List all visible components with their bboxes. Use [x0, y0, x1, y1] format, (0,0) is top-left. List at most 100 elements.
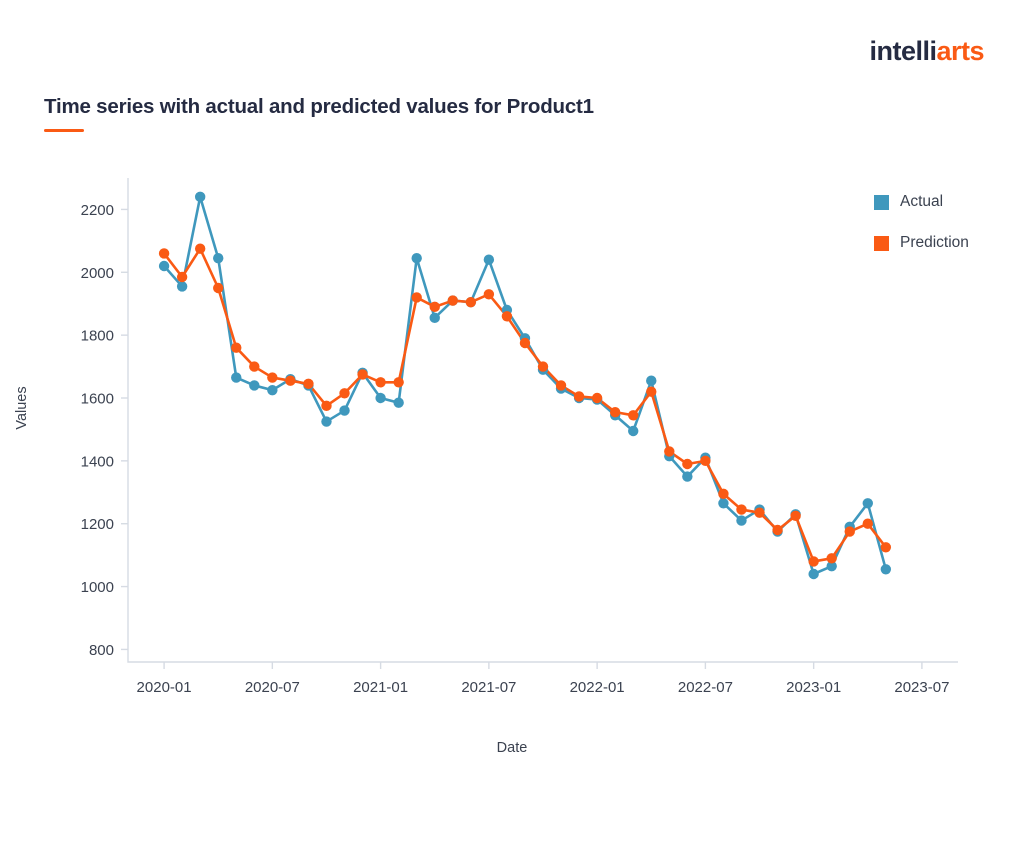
- data-point[interactable]: [591, 392, 603, 404]
- data-point[interactable]: [808, 568, 819, 580]
- legend-label-prediction: Prediction: [900, 234, 969, 252]
- data-point[interactable]: [158, 248, 170, 259]
- data-point[interactable]: [700, 455, 711, 467]
- y-tick-1800: 1800: [81, 328, 114, 345]
- y-tick-1200: 1200: [81, 516, 114, 533]
- y-tick-2000: 2000: [81, 265, 114, 282]
- data-point[interactable]: [194, 243, 206, 254]
- data-point[interactable]: [682, 471, 693, 482]
- data-point[interactable]: [267, 384, 278, 396]
- x-axis-label: Date: [497, 740, 528, 756]
- series-line-prediction: [162, 247, 888, 563]
- data-point[interactable]: [249, 361, 260, 372]
- data-point[interactable]: [285, 375, 296, 386]
- series-markers-actual: [158, 191, 892, 580]
- y-tick-1000: 1000: [81, 579, 114, 596]
- data-point[interactable]: [411, 292, 422, 303]
- y-tick-800: 800: [89, 642, 114, 659]
- data-point[interactable]: [537, 361, 549, 372]
- x-tick-2022-01: 2022-01: [570, 679, 625, 696]
- data-point[interactable]: [519, 337, 531, 349]
- data-point[interactable]: [213, 252, 224, 264]
- data-point[interactable]: [249, 380, 260, 391]
- data-point[interactable]: [736, 504, 747, 515]
- data-point[interactable]: [826, 553, 837, 564]
- x-tick-2021-01: 2021-01: [353, 679, 408, 696]
- data-point[interactable]: [303, 378, 314, 390]
- data-point[interactable]: [465, 296, 477, 308]
- data-point[interactable]: [231, 372, 242, 383]
- data-point[interactable]: [357, 369, 368, 380]
- data-point[interactable]: [483, 254, 495, 265]
- data-point[interactable]: [628, 425, 639, 437]
- data-point[interactable]: [609, 406, 621, 418]
- data-point[interactable]: [411, 252, 422, 264]
- data-point[interactable]: [231, 342, 242, 353]
- data-point[interactable]: [646, 375, 657, 386]
- data-point[interactable]: [375, 392, 386, 404]
- data-point[interactable]: [321, 416, 332, 427]
- y-tick-labels: 800 1000 1200 1400 1600 1800 2000 2200: [81, 202, 128, 659]
- x-tick-2023-07: 2023-07: [894, 679, 949, 696]
- data-point[interactable]: [880, 564, 892, 575]
- data-series-group: [158, 191, 892, 580]
- data-point[interactable]: [628, 410, 639, 421]
- data-point[interactable]: [718, 488, 729, 500]
- legend-item-actual[interactable]: Actual: [874, 190, 969, 214]
- data-point[interactable]: [573, 391, 585, 402]
- x-tick-2020-07: 2020-07: [245, 679, 300, 696]
- series-markers-prediction: [158, 243, 892, 567]
- data-point[interactable]: [862, 518, 873, 529]
- title-underline-rule: [44, 128, 84, 132]
- data-point[interactable]: [682, 458, 693, 470]
- data-point[interactable]: [862, 498, 873, 509]
- data-point[interactable]: [158, 260, 170, 272]
- intelliarts-logo: intelliarts: [869, 38, 984, 65]
- data-point[interactable]: [339, 405, 350, 416]
- data-point[interactable]: [194, 191, 206, 203]
- logo-text-accent: arts: [936, 36, 984, 66]
- data-point[interactable]: [375, 377, 386, 388]
- data-point[interactable]: [321, 400, 332, 412]
- data-point[interactable]: [772, 524, 783, 536]
- data-point[interactable]: [754, 507, 765, 518]
- data-point[interactable]: [664, 446, 675, 457]
- data-point[interactable]: [736, 515, 747, 526]
- data-point[interactable]: [339, 388, 350, 399]
- data-point[interactable]: [429, 301, 440, 313]
- legend-swatch-actual: [874, 194, 889, 210]
- x-tick-2023-01: 2023-01: [786, 679, 841, 696]
- logo-text-primary: intelli: [869, 36, 937, 66]
- data-point[interactable]: [176, 271, 188, 283]
- x-tick-2022-07: 2022-07: [678, 679, 733, 696]
- data-point[interactable]: [646, 386, 657, 397]
- data-point[interactable]: [880, 542, 892, 553]
- x-tick-labels: 2020-01 2020-07 2021-01 2021-07 2022-01 2022-…: [137, 662, 949, 696]
- data-point[interactable]: [393, 377, 404, 388]
- data-point[interactable]: [213, 282, 224, 294]
- line-chart-svg: 8001000120014001600180020002200 2020-01 2…: [14, 178, 958, 756]
- x-tick-2020-01: 2020-01: [137, 679, 192, 696]
- data-point[interactable]: [267, 372, 278, 383]
- chart-legend: Actual Prediction: [874, 190, 969, 272]
- title-block: Time series with actual and predicted va…: [44, 95, 594, 132]
- chart-page: intelliarts Time series with actual and …: [0, 0, 1024, 852]
- data-point[interactable]: [844, 526, 855, 537]
- data-point[interactable]: [718, 498, 729, 509]
- data-point[interactable]: [555, 380, 567, 391]
- data-point[interactable]: [808, 556, 819, 567]
- y-tick-2200: 2200: [81, 202, 114, 219]
- data-point[interactable]: [790, 510, 801, 522]
- y-tick-1400: 1400: [81, 453, 114, 470]
- x-tick-2021-07: 2021-07: [461, 679, 516, 696]
- data-point[interactable]: [393, 397, 404, 408]
- data-point[interactable]: [176, 281, 188, 292]
- legend-label-actual: Actual: [900, 193, 944, 211]
- data-point[interactable]: [483, 289, 495, 300]
- data-point[interactable]: [429, 312, 440, 324]
- y-axis-label: Values: [14, 386, 30, 429]
- legend-item-prediction[interactable]: Prediction: [874, 231, 969, 255]
- data-point[interactable]: [447, 295, 458, 306]
- data-point[interactable]: [501, 311, 513, 322]
- chart-plot-area: 800 1000 1200 1400 1600 1800 2000 2200 2020-01 2…: [0, 150, 1024, 790]
